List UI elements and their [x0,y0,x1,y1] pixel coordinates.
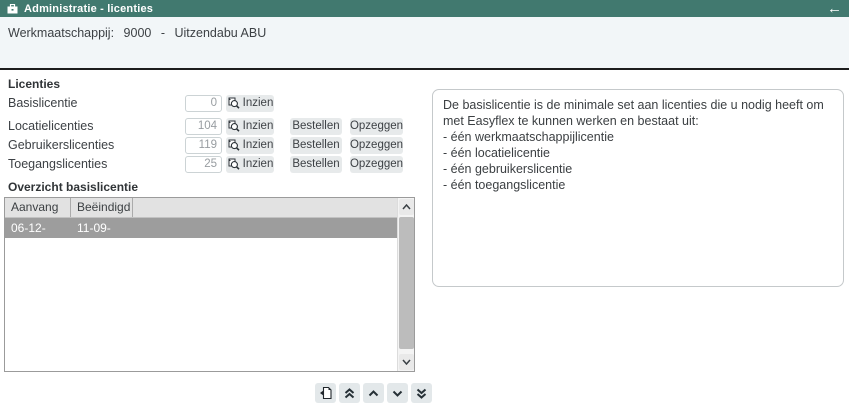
werkmaatschappij-code: 9000 [124,26,152,40]
bestellen-button-label: Bestellen [292,158,339,170]
locatielicenties-inzien-button[interactable]: Inzien [226,118,274,135]
gebruikerslicenties-opzeggen-button[interactable]: Opzeggen [350,137,403,154]
last-record-button[interactable] [411,383,432,403]
opzeggen-button-label: Opzeggen [350,120,403,132]
gebruikerslicenties-bestellen-button[interactable]: Bestellen [290,137,342,154]
briefcase-icon [7,4,18,14]
toegangslicenties-opzeggen-button[interactable]: Opzeggen [350,156,403,173]
locatielicenties-count-field[interactable] [185,118,222,135]
main-content: Licenties Basislicentie Inzien Locatieli… [0,70,849,408]
inzien-button-label: Inzien [243,120,274,132]
view-magnifier-icon [227,97,240,109]
chevron-up-icon [368,390,379,397]
inzien-button-label: Inzien [243,158,274,170]
toegangslicenties-bestellen-button[interactable]: Bestellen [290,156,342,173]
werkmaatschappij-separator: - [161,26,165,40]
administratie-licenties-window: Administratie - licenties ← Werkmaatscha… [0,0,849,408]
bestellen-button-label: Bestellen [292,120,339,132]
inzien-button-label: Inzien [243,97,274,109]
column-header-aanvang[interactable]: Aanvang [5,198,71,217]
table-row[interactable]: 06-12-2010 11-09-2011 [5,218,397,238]
title-bar: Administratie - licenties ← [0,0,849,17]
basislicentie-inzien-button[interactable]: Inzien [226,95,274,112]
license-row-basislicentie: Basislicentie Inzien [8,94,274,112]
license-label: Gebruikerslicenties [8,138,185,152]
scroll-up-icon[interactable] [399,199,414,215]
double-chevron-up-icon [344,388,355,399]
gebruikerslicenties-count-field[interactable] [185,137,222,154]
column-header-filler [133,198,397,217]
chevron-down-icon [392,390,403,397]
license-row-gebruikerslicenties: Gebruikerslicenties Inzien Bestellen Opz… [8,136,403,154]
inzien-button-label: Inzien [243,139,274,151]
view-magnifier-icon [227,139,240,151]
info-item: - één locatielicentie [443,145,833,161]
new-record-button[interactable] [315,383,336,403]
opzeggen-button-label: Opzeggen [350,158,403,170]
werkmaatschappij-name: Uitzendabu ABU [175,26,267,40]
basislicentie-count-field[interactable] [185,95,222,112]
locatielicenties-opzeggen-button[interactable]: Opzeggen [350,118,403,135]
locatielicenties-bestellen-button[interactable]: Bestellen [290,118,342,135]
werkmaatschappij-label: Werkmaatschappij: [8,26,114,40]
license-label: Basislicentie [8,96,185,110]
cell-beeindigd: 11-09-2011 [71,218,133,238]
view-magnifier-icon [227,120,240,132]
license-row-toegangslicenties: Toegangslicenties Inzien Bestellen Opzeg… [8,155,403,173]
scrollbar-thumb[interactable] [399,217,414,349]
license-label: Toegangslicenties [8,157,185,171]
page-arrow-icon [319,386,333,400]
overzicht-section-title: Overzicht basislicentie [8,180,138,194]
scroll-down-icon[interactable] [399,354,414,370]
werkmaatschappij-bar: Werkmaatschappij: 9000 - Uitzendabu ABU [0,17,849,68]
table-scrollbar[interactable] [397,198,414,371]
toegangslicenties-count-field[interactable] [185,156,222,173]
bestellen-button-label: Bestellen [292,139,339,151]
first-record-button[interactable] [339,383,360,403]
record-navigation-bar [315,383,432,403]
info-intro: De basislicentie is de minimale set aan … [443,97,833,129]
opzeggen-button-label: Opzeggen [350,139,403,151]
view-magnifier-icon [227,158,240,170]
licenties-section-title: Licenties [8,77,60,91]
basislicentie-info-panel: De basislicentie is de minimale set aan … [432,89,844,287]
table-header-row: Aanvang Beëindigd [5,198,397,218]
page-title: Administratie - licenties [24,3,153,15]
info-item: - één toegangslicentie [443,177,833,193]
double-chevron-down-icon [416,388,427,399]
gebruikerslicenties-inzien-button[interactable]: Inzien [226,137,274,154]
cell-aanvang: 06-12-2010 [5,218,71,238]
back-arrow-icon[interactable]: ← [827,2,842,15]
license-row-locatielicenties: Locatielicenties Inzien Bestellen Opzegg… [8,117,403,135]
next-record-button[interactable] [387,383,408,403]
info-item: - één werkmaatschappijlicentie [443,129,833,145]
info-item: - één gebruikerslicentie [443,161,833,177]
basislicentie-table: Aanvang Beëindigd 06-12-2010 11-09-2011 [4,197,415,372]
previous-record-button[interactable] [363,383,384,403]
toegangslicenties-inzien-button[interactable]: Inzien [226,156,274,173]
license-label: Locatielicenties [8,119,185,133]
column-header-beeindigd[interactable]: Beëindigd [71,198,133,217]
